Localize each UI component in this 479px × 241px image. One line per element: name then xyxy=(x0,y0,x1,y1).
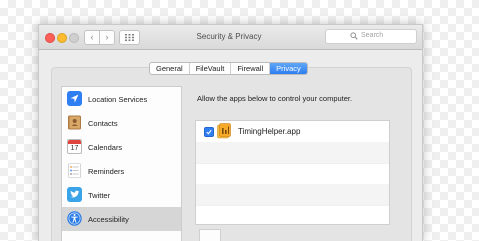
close-button[interactable] xyxy=(45,33,55,43)
apps-list: TimingHelper.app xyxy=(195,120,390,225)
allow-apps-description: Allow the apps below to control your com… xyxy=(197,94,353,103)
chevron-left-icon: ‹ xyxy=(90,32,94,42)
grid-icon xyxy=(125,34,134,41)
title-bar: ‹ › Security & Privacy Search xyxy=(39,25,422,50)
sidebar-item-label: Accessibility xyxy=(88,215,129,224)
sidebar-item-label: Calendars xyxy=(88,143,123,152)
tab-firewall[interactable]: Firewall xyxy=(231,63,271,74)
preferences-window: ‹ › Security & Privacy Search General Fi… xyxy=(38,24,423,241)
app-enable-checkbox[interactable] xyxy=(204,127,214,137)
search-field[interactable]: Search xyxy=(325,29,417,44)
sidebar-item-label: Twitter xyxy=(88,191,111,200)
search-icon xyxy=(350,32,358,40)
empty-row xyxy=(196,163,389,185)
search-placeholder: Search xyxy=(361,32,384,39)
window-title: Security & Privacy xyxy=(196,32,262,41)
privacy-detail-pane: Allow the apps below to control your com… xyxy=(184,86,397,241)
sidebar-item-label: Location Services xyxy=(88,95,148,104)
tab-privacy[interactable]: Privacy xyxy=(270,63,307,74)
contacts-book-icon xyxy=(68,115,81,130)
accessibility-icon xyxy=(67,211,82,226)
sidebar-item-label: Contacts xyxy=(88,119,118,128)
location-arrow-icon xyxy=(67,91,82,106)
zoom-button[interactable] xyxy=(69,33,79,43)
back-button[interactable]: ‹ xyxy=(84,30,100,45)
tab-bar: General FileVault Firewall Privacy xyxy=(149,62,308,75)
tab-filevault[interactable]: FileVault xyxy=(190,63,232,74)
sidebar-item-twitter[interactable]: Twitter xyxy=(62,183,181,207)
sidebar-item-reminders[interactable]: Reminders xyxy=(62,159,181,183)
sidebar-item-label: Reminders xyxy=(88,167,125,176)
show-all-button[interactable] xyxy=(119,30,140,45)
sidebar-item-accessibility[interactable]: Accessibility xyxy=(62,207,181,231)
forward-button[interactable]: › xyxy=(99,30,115,45)
empty-row xyxy=(196,142,389,164)
list-item[interactable]: TimingHelper.app xyxy=(196,121,389,143)
chevron-right-icon: › xyxy=(105,32,109,42)
tab-general[interactable]: General xyxy=(150,63,190,74)
empty-row xyxy=(196,184,389,206)
app-name: TimingHelper.app xyxy=(238,127,301,136)
calendar-day: 17 xyxy=(70,144,79,152)
twitter-bird-icon xyxy=(67,187,82,202)
sidebar-item-location-services[interactable]: Location Services xyxy=(62,87,181,111)
checkmark-icon xyxy=(206,129,212,135)
sidebar-item-contacts[interactable]: Contacts xyxy=(62,111,181,135)
reminders-list-icon xyxy=(68,163,81,178)
empty-row xyxy=(196,205,389,226)
calendar-icon: 17 xyxy=(67,139,82,154)
sidebar-item-calendars[interactable]: 17 Calendars xyxy=(62,135,181,159)
privacy-sidebar: Location Services Contacts 17 Calendars xyxy=(61,86,182,241)
add-remove-button[interactable] xyxy=(199,229,221,241)
minimize-button[interactable] xyxy=(57,33,67,43)
timing-app-icon xyxy=(217,123,231,139)
